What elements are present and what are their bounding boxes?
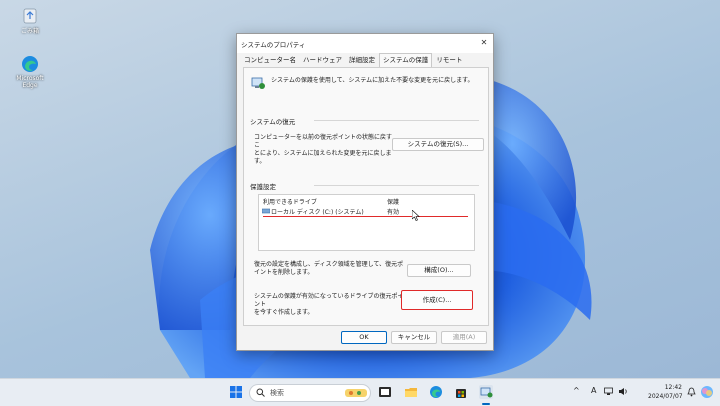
table-row[interactable]: ローカル ディスク (C:) (システム) 有効 — [259, 207, 474, 217]
tab-system-protection[interactable]: システムの保護 — [379, 53, 433, 68]
system-restore-button[interactable]: システムの復元(S)... — [392, 138, 484, 151]
windows-start-icon[interactable] — [229, 385, 243, 399]
search-placeholder: 検索 — [270, 389, 284, 397]
desktop-icon-edge[interactable]: Microsoft Edge — [10, 55, 50, 89]
taskbar: 検索 ^ A 12:42 2024/07/07 — [0, 378, 720, 406]
configure-description: 復元の設定を構成し、ディスク領域を管理して、復元ポ イントを削除します。 — [254, 261, 404, 277]
drive-icon — [262, 208, 270, 214]
column-header-drive[interactable]: 利用できるドライブ — [263, 197, 317, 206]
close-button[interactable]: ✕ — [479, 37, 489, 49]
create-description-line: を今すぐ作成します。 — [254, 309, 314, 316]
edge-taskbar-icon[interactable] — [429, 385, 443, 399]
desktop-icon-recycle-bin[interactable]: ごみ箱 — [10, 6, 50, 35]
clock-time: 12:42 — [664, 384, 682, 391]
drive-list[interactable]: 利用できるドライブ 保護 ローカル ディスク (C:) (システム) 有効 — [258, 194, 475, 251]
mouse-cursor-icon — [412, 210, 420, 221]
header-text: システムの保護を使用して、システムに加えた不要な変更を元に戻します。 — [271, 77, 474, 84]
taskbar-search[interactable]: 検索 — [249, 384, 371, 402]
system-properties-taskbar-icon[interactable] — [479, 385, 493, 399]
divider — [314, 120, 479, 121]
recycle-bin-icon — [23, 8, 37, 24]
system-protection-panel: システムの保護を使用して、システムに加えた不要な変更を元に戻します。 システムの… — [243, 67, 489, 326]
notification-bell-icon[interactable] — [687, 387, 696, 397]
task-view-icon[interactable] — [378, 385, 392, 399]
ime-indicator[interactable]: A — [591, 386, 596, 395]
system-properties-dialog: システムのプロパティ ✕ コンピューター名 ハードウェア 詳細設定 システムの保… — [236, 33, 494, 351]
apply-button[interactable]: 適用(A) — [441, 331, 487, 344]
network-icon[interactable] — [604, 387, 613, 396]
copilot-icon[interactable] — [700, 385, 714, 399]
configure-description-line: 復元の設定を構成し、ディスク領域を管理して、復元ポ — [254, 261, 404, 268]
tab-advanced[interactable]: 詳細設定 — [346, 54, 378, 66]
tab-remote[interactable]: リモート — [433, 54, 465, 66]
chevron-up-icon[interactable]: ^ — [573, 386, 580, 395]
divider — [314, 185, 479, 186]
create-description-line: システムの保護が有効になっているドライブの復元ポイント — [254, 293, 404, 308]
desktop-icon-label: Microsoft Edge — [16, 75, 44, 89]
restore-group-label: システムの復元 — [250, 118, 296, 126]
tab-strip: コンピューター名 ハードウェア 詳細設定 システムの保護 リモート — [241, 53, 466, 68]
restore-description-line: す。 — [254, 158, 266, 165]
protection-group-label: 保護設定 — [250, 183, 276, 191]
configure-description-line: イントを削除します。 — [254, 269, 314, 276]
configure-button[interactable]: 構成(O)... — [407, 264, 471, 277]
search-highlight-icon — [345, 389, 367, 397]
clock-date: 2024/07/07 — [648, 393, 683, 400]
edge-icon — [22, 56, 38, 72]
file-explorer-icon[interactable] — [404, 385, 418, 399]
desktop-icon-label: ごみ箱 — [20, 28, 39, 35]
store-icon[interactable] — [454, 385, 468, 399]
ok-button[interactable]: OK — [341, 331, 387, 344]
volume-icon[interactable] — [618, 387, 628, 396]
drive-protection-status: 有効 — [387, 209, 400, 216]
dialog-title: システムのプロパティ — [241, 41, 306, 49]
restore-description-line: コンピューターを以前の復元ポイントの状態に戻すこ — [254, 134, 393, 149]
tab-computer-name[interactable]: コンピューター名 — [241, 54, 299, 66]
create-button[interactable]: 作成(C)... — [401, 290, 473, 310]
restore-description-line: とにより、システムに加えられた変更を元に戻しま — [254, 150, 392, 157]
dialog-titlebar[interactable]: システムのプロパティ ✕ — [237, 34, 493, 53]
system-protection-icon — [251, 77, 265, 89]
search-icon — [256, 388, 265, 397]
red-underline — [263, 216, 468, 217]
restore-description: コンピューターを以前の復元ポイントの状態に戻すこ とにより、システムに加えられた… — [254, 134, 394, 166]
drive-name: ローカル ディスク (C:) (システム) — [271, 209, 364, 216]
column-header-protection[interactable]: 保護 — [387, 197, 399, 206]
tab-hardware[interactable]: ハードウェア — [300, 54, 345, 66]
create-description: システムの保護が有効になっているドライブの復元ポイント を今すぐ作成します。 — [254, 293, 404, 317]
cancel-button[interactable]: キャンセル — [391, 331, 437, 344]
clock[interactable]: 12:42 2024/07/07 — [648, 383, 683, 401]
